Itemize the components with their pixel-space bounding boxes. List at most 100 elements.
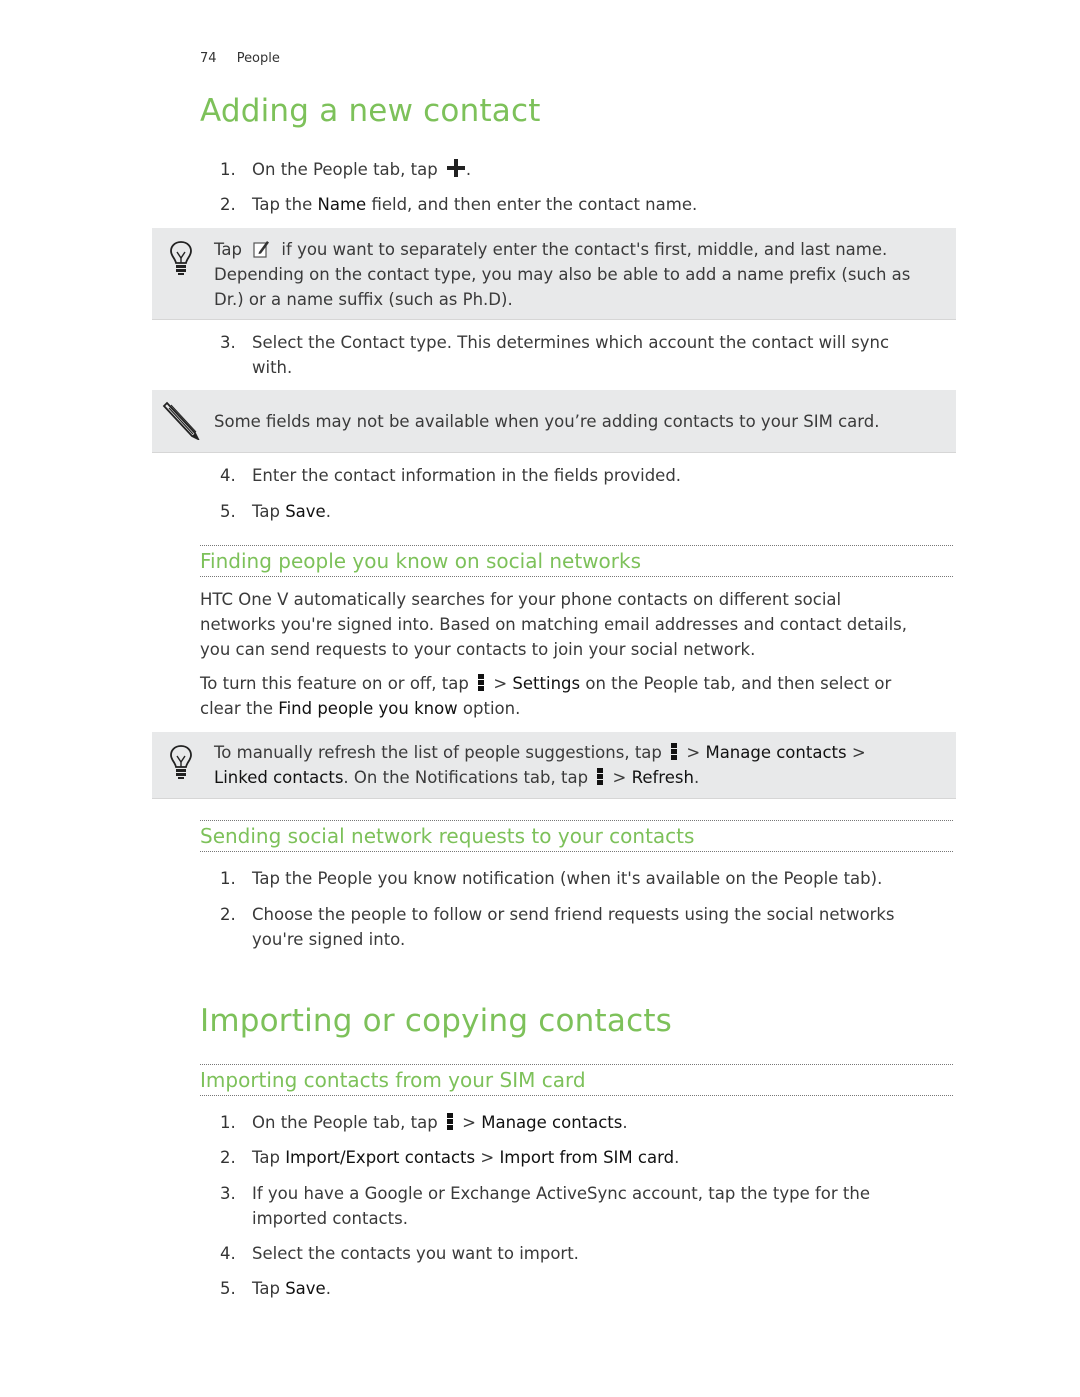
step-text: Select the contacts you want to import. xyxy=(252,1244,579,1263)
step-number: 2. xyxy=(220,195,236,214)
step-1: 1. On the People tab, tap > Manage contac… xyxy=(220,1110,932,1135)
divider xyxy=(200,1064,953,1065)
paragraph-line: you can send requests to your contacts t… xyxy=(200,640,756,659)
edit-name-icon xyxy=(253,239,270,258)
tip-box-name-fields: Tap if you want to separately enter the … xyxy=(152,228,956,320)
pencil-icon xyxy=(162,400,201,444)
step-text: Tap xyxy=(252,1279,286,1298)
note-text: Some fields may not be available when yo… xyxy=(214,412,880,431)
menu-icon xyxy=(671,743,678,761)
tip-line: . On the Notifications tab, tap xyxy=(343,768,594,787)
step-text: Choose the people to follow or send frie… xyxy=(252,905,895,924)
step-text: Select the Contact type. This determines… xyxy=(252,333,890,352)
page-header: 74 People xyxy=(200,51,280,66)
tip-text: To manually refresh the list of people s… xyxy=(214,740,949,790)
paragraph-text: option. xyxy=(457,699,521,718)
ui-term-manage-contacts: Manage contacts xyxy=(481,1113,623,1132)
step-number: 1. xyxy=(220,1113,236,1132)
menu-icon xyxy=(597,768,604,786)
tip-text: Tap if you want to separately enter the … xyxy=(214,237,949,312)
step-text-end: field, and then enter the contact name. xyxy=(366,195,698,214)
step-text: If you have a Google or Exchange ActiveS… xyxy=(252,1184,871,1203)
step-number: 4. xyxy=(220,1244,236,1263)
step-1: 1. On the People tab, tap . xyxy=(220,157,932,182)
lightbulb-icon xyxy=(169,240,193,282)
tip-line: if you want to separately enter the cont… xyxy=(276,240,888,259)
paragraph-text: To turn this feature on or off, tap xyxy=(200,674,475,693)
ui-term-manage-contacts: Manage contacts xyxy=(705,743,847,762)
step-number: 1. xyxy=(220,160,236,179)
step-text-end: . xyxy=(325,1279,331,1298)
step-text-end: . xyxy=(674,1148,680,1167)
step-text: Enter the contact information in the fie… xyxy=(252,466,682,485)
step-number: 2. xyxy=(220,1148,236,1167)
separator: > xyxy=(488,674,513,693)
paragraph-toggle-feature: To turn this feature on or off, tap > Se… xyxy=(200,671,960,721)
menu-icon xyxy=(446,1113,453,1131)
step-1: 1. Tap the People you know notification (… xyxy=(220,866,932,891)
separator: > xyxy=(607,768,632,787)
step-text: you're signed into. xyxy=(252,930,406,949)
step-5: 5. Tap Save. xyxy=(220,1276,932,1301)
ui-term-refresh: Refresh xyxy=(631,768,694,787)
step-text: with. xyxy=(252,358,293,377)
step-2: 2. Tap Import/Export contacts > Import fr… xyxy=(220,1145,932,1170)
tip-line: To manually refresh the list of people s… xyxy=(214,743,668,762)
ui-term-save: Save xyxy=(285,502,326,521)
step-number: 5. xyxy=(220,502,236,521)
step-text: Tap the xyxy=(252,195,318,214)
ui-term-import-from-sim: Import from SIM card xyxy=(499,1148,675,1167)
step-text: Tap xyxy=(252,1148,286,1167)
paragraph-line: HTC One V automatically searches for you… xyxy=(200,590,842,609)
step-number: 4. xyxy=(220,466,236,485)
ui-term-find-people: Find people you know xyxy=(278,699,458,718)
step-number: 5. xyxy=(220,1279,236,1298)
step-text: Tap the People you know notification (wh… xyxy=(252,869,883,888)
step-text-end: . xyxy=(465,160,472,179)
paragraph-text: clear the xyxy=(200,699,279,718)
ui-term-linked-contacts: Linked contacts xyxy=(214,768,344,787)
divider xyxy=(200,545,953,546)
ui-term-settings: Settings xyxy=(512,674,581,693)
step-text: On the People tab, tap xyxy=(252,160,443,179)
step-text: On the People tab, tap xyxy=(252,1113,443,1132)
subsection-title-sending-requests: Sending social network requests to your … xyxy=(200,824,695,848)
ui-term-save: Save xyxy=(285,1279,326,1298)
tip-line: Depending on the contact type, you may a… xyxy=(214,265,911,284)
step-text-end: . xyxy=(325,502,331,521)
page-number: 74 xyxy=(200,51,217,66)
step-4: 4. Select the contacts you want to import… xyxy=(220,1241,932,1266)
divider xyxy=(200,576,953,577)
lightbulb-icon xyxy=(169,744,193,786)
section-title-importing-contacts: Importing or copying contacts xyxy=(200,1003,673,1039)
paragraph-line: networks you're signed into. Based on ma… xyxy=(200,615,908,634)
separator: > xyxy=(456,1113,482,1132)
note-box-sim-fields: Some fields may not be available when yo… xyxy=(152,390,956,453)
subsection-title-finding-people: Finding people you know on social networ… xyxy=(200,549,642,573)
menu-icon xyxy=(478,674,485,692)
separator: > xyxy=(475,1148,500,1167)
paragraph-intro: HTC One V automatically searches for you… xyxy=(200,587,960,662)
ui-term-import-export: Import/Export contacts xyxy=(285,1148,476,1167)
step-number: 1. xyxy=(220,869,236,888)
tip-line: . xyxy=(693,768,700,787)
plus-icon xyxy=(446,158,466,178)
step-number: 3. xyxy=(220,1184,236,1203)
step-number: 3. xyxy=(220,333,236,352)
step-3: 3. Select the Contact type. This determin… xyxy=(220,330,932,380)
step-text: imported contacts. xyxy=(252,1209,408,1228)
step-text-end: . xyxy=(622,1113,628,1132)
section-title-adding-contact: Adding a new contact xyxy=(200,93,541,129)
running-section-title: People xyxy=(236,51,280,66)
divider xyxy=(200,820,953,821)
step-number: 2. xyxy=(220,905,236,924)
tip-line: Tap xyxy=(214,240,248,259)
subsection-title-import-sim: Importing contacts from your SIM card xyxy=(200,1068,586,1092)
step-3: 3. If you have a Google or Exchange Activ… xyxy=(220,1181,932,1231)
step-2: 2. Choose the people to follow or send fr… xyxy=(220,902,932,952)
tip-line: Dr.) or a name suffix (such as Ph.D). xyxy=(214,290,513,309)
divider xyxy=(200,851,953,852)
divider xyxy=(200,1095,953,1096)
ui-term-name: Name xyxy=(317,195,367,214)
separator: > xyxy=(681,743,706,762)
